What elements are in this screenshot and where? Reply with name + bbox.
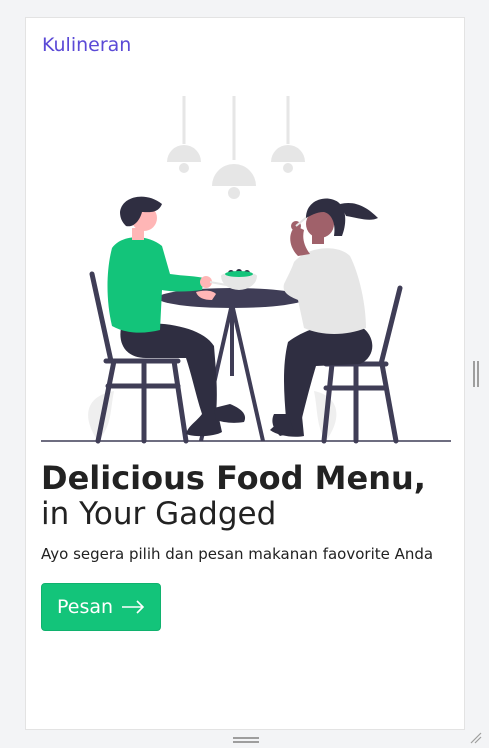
- handle-bar: [233, 737, 259, 739]
- food-bowl: [221, 269, 257, 290]
- pesan-button-label: Pesan: [56, 596, 114, 618]
- handle-bar: [233, 741, 259, 743]
- handle-bar: [477, 361, 479, 387]
- resize-grip-icon[interactable]: [470, 732, 482, 744]
- arrow-right-icon: [122, 600, 145, 614]
- dining-illustration: [41, 96, 451, 444]
- hero-description: Ayo segera pilih dan pesan makanan faovo…: [41, 545, 434, 563]
- hero-headline: Delicious Food Menu,: [41, 459, 426, 497]
- hero-subheadline: in Your Gadged: [41, 496, 277, 532]
- handle-bar: [473, 361, 475, 387]
- panel-resize-handle-vertical[interactable]: [473, 361, 479, 387]
- hanging-lamps: [167, 96, 305, 199]
- panel-resize-handle-horizontal[interactable]: [233, 737, 259, 743]
- left-person: [107, 196, 246, 437]
- app-frame: Kulineran Delicious Food Menu, in Your G…: [25, 17, 465, 730]
- navbar-brand[interactable]: Kulineran: [42, 34, 131, 56]
- pesan-button[interactable]: Pesan: [41, 583, 161, 631]
